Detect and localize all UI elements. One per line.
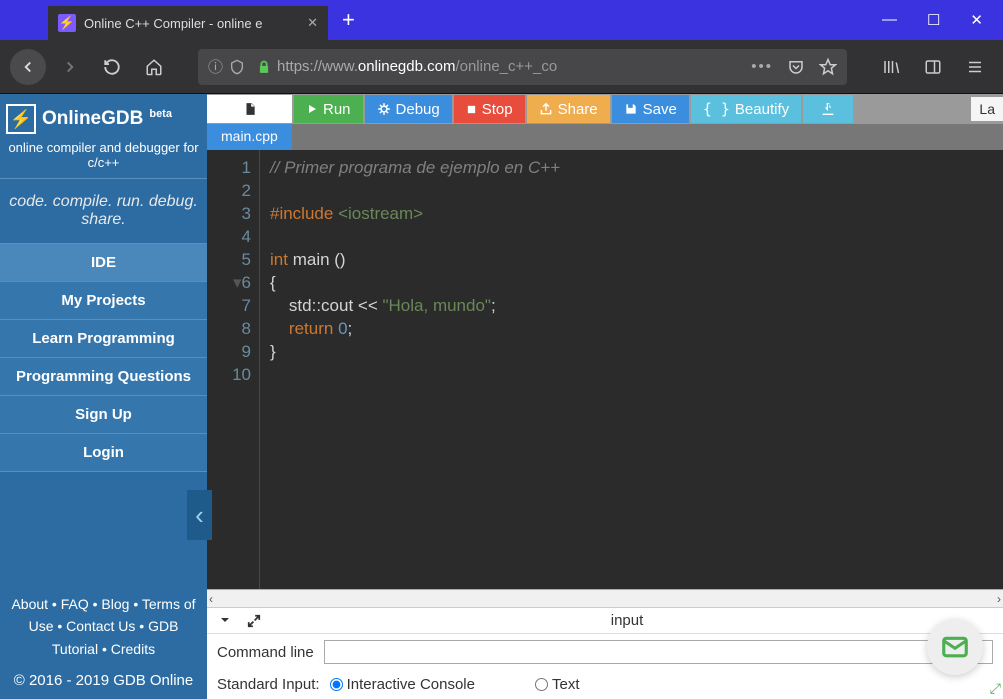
url-path: /online_c++_co (455, 58, 557, 75)
info-icon[interactable]: ⓘ (208, 56, 223, 77)
brand-title: OnlineGDB (42, 108, 143, 130)
menu-icon[interactable] (957, 49, 993, 85)
panel-title: input (261, 612, 993, 629)
close-tab-icon[interactable]: ✕ (307, 15, 318, 31)
panel-collapse-icon[interactable] (217, 614, 233, 628)
shield-icon[interactable] (229, 59, 245, 75)
panel-expand-icon[interactable] (247, 614, 261, 628)
stdin-label: Standard Input: (217, 676, 320, 693)
run-button[interactable]: Run (294, 95, 363, 123)
tab-title: Online C++ Compiler - online e (84, 16, 262, 31)
nav-my-projects[interactable]: My Projects (0, 282, 207, 320)
stdin-interactive[interactable]: Interactive Console (330, 676, 475, 693)
new-tab-button[interactable]: + (342, 7, 355, 33)
url-bar[interactable]: ⓘ https://www.onlinegdb.com/online_c++_c… (198, 49, 847, 85)
cmd-label: Command line (217, 644, 314, 661)
library-icon[interactable] (873, 49, 909, 85)
share-button[interactable]: Share (527, 95, 610, 123)
cmd-input[interactable] (324, 640, 993, 664)
brand-subtitle: online compiler and debugger for c/c++ (0, 138, 207, 179)
tagline: code. compile. run. debug. share. (0, 179, 207, 244)
pocket-icon[interactable] (787, 58, 805, 76)
forward-button[interactable] (52, 49, 88, 85)
footer-links[interactable]: About • FAQ • Blog • Terms of Use • Cont… (0, 585, 207, 668)
code-content[interactable]: // Primer programa de ejemplo en C++ #in… (260, 150, 1003, 589)
collapse-sidebar-button[interactable]: ‹ (187, 490, 212, 540)
brand: ⚡ OnlineGDB beta (0, 94, 207, 138)
action-bar: Run Debug Stop Share Save { }Beautify La (207, 94, 1003, 124)
maximize-icon[interactable]: ☐ (927, 11, 940, 29)
home-button[interactable] (136, 49, 172, 85)
file-tabs: main.cpp (207, 124, 1003, 150)
new-file-button[interactable] (207, 95, 292, 123)
nav-learn[interactable]: Learn Programming (0, 320, 207, 358)
language-selector[interactable]: La (971, 97, 1003, 121)
nav-signup[interactable]: Sign Up (0, 396, 207, 434)
chat-fab[interactable] (927, 619, 983, 675)
stop-button[interactable]: Stop (454, 95, 525, 123)
back-button[interactable] (10, 49, 46, 85)
more-icon[interactable]: ••• (751, 58, 773, 75)
browser-titlebar: ⚡ Online C++ Compiler - online e ✕ + — ☐… (0, 0, 1003, 40)
nav-ide[interactable]: IDE (0, 244, 207, 282)
reload-button[interactable] (94, 49, 130, 85)
app-sidebar: ⚡ OnlineGDB beta online compiler and deb… (0, 94, 207, 699)
tab-favicon: ⚡ (58, 14, 76, 32)
url-domain: onlinegdb.com (358, 58, 456, 75)
close-window-icon[interactable]: ✕ (970, 11, 983, 29)
star-icon[interactable] (819, 58, 837, 76)
lock-icon[interactable] (257, 60, 271, 74)
editor-hscroll[interactable]: ‹› (207, 589, 1003, 607)
save-button[interactable]: Save (612, 95, 689, 123)
download-button[interactable] (803, 95, 853, 123)
io-panel: input Command line Standard Input: Inter… (207, 607, 1003, 699)
copyright: © 2016 - 2019 GDB Online (0, 668, 207, 699)
browser-toolbar: ⓘ https://www.onlinegdb.com/online_c++_c… (0, 40, 1003, 94)
brand-beta: beta (149, 108, 172, 120)
code-editor[interactable]: 12345▾678910 // Primer programa de ejemp… (207, 150, 1003, 589)
file-tab-main[interactable]: main.cpp (207, 124, 292, 150)
resize-corner-icon[interactable]: ⤢ (990, 680, 1001, 697)
url-prefix: https://www. (277, 58, 358, 75)
stdin-text[interactable]: Text (535, 676, 580, 693)
debug-button[interactable]: Debug (365, 95, 452, 123)
sidebar-icon[interactable] (915, 49, 951, 85)
browser-tab[interactable]: ⚡ Online C++ Compiler - online e ✕ (48, 6, 328, 40)
nav-login[interactable]: Login (0, 434, 207, 472)
brand-icon: ⚡ (6, 104, 36, 134)
nav-questions[interactable]: Programming Questions (0, 358, 207, 396)
minimize-icon[interactable]: — (882, 11, 897, 29)
beautify-button[interactable]: { }Beautify (691, 95, 801, 123)
main-area: Run Debug Stop Share Save { }Beautify La… (207, 94, 1003, 699)
line-gutter: 12345▾678910 (207, 150, 260, 589)
